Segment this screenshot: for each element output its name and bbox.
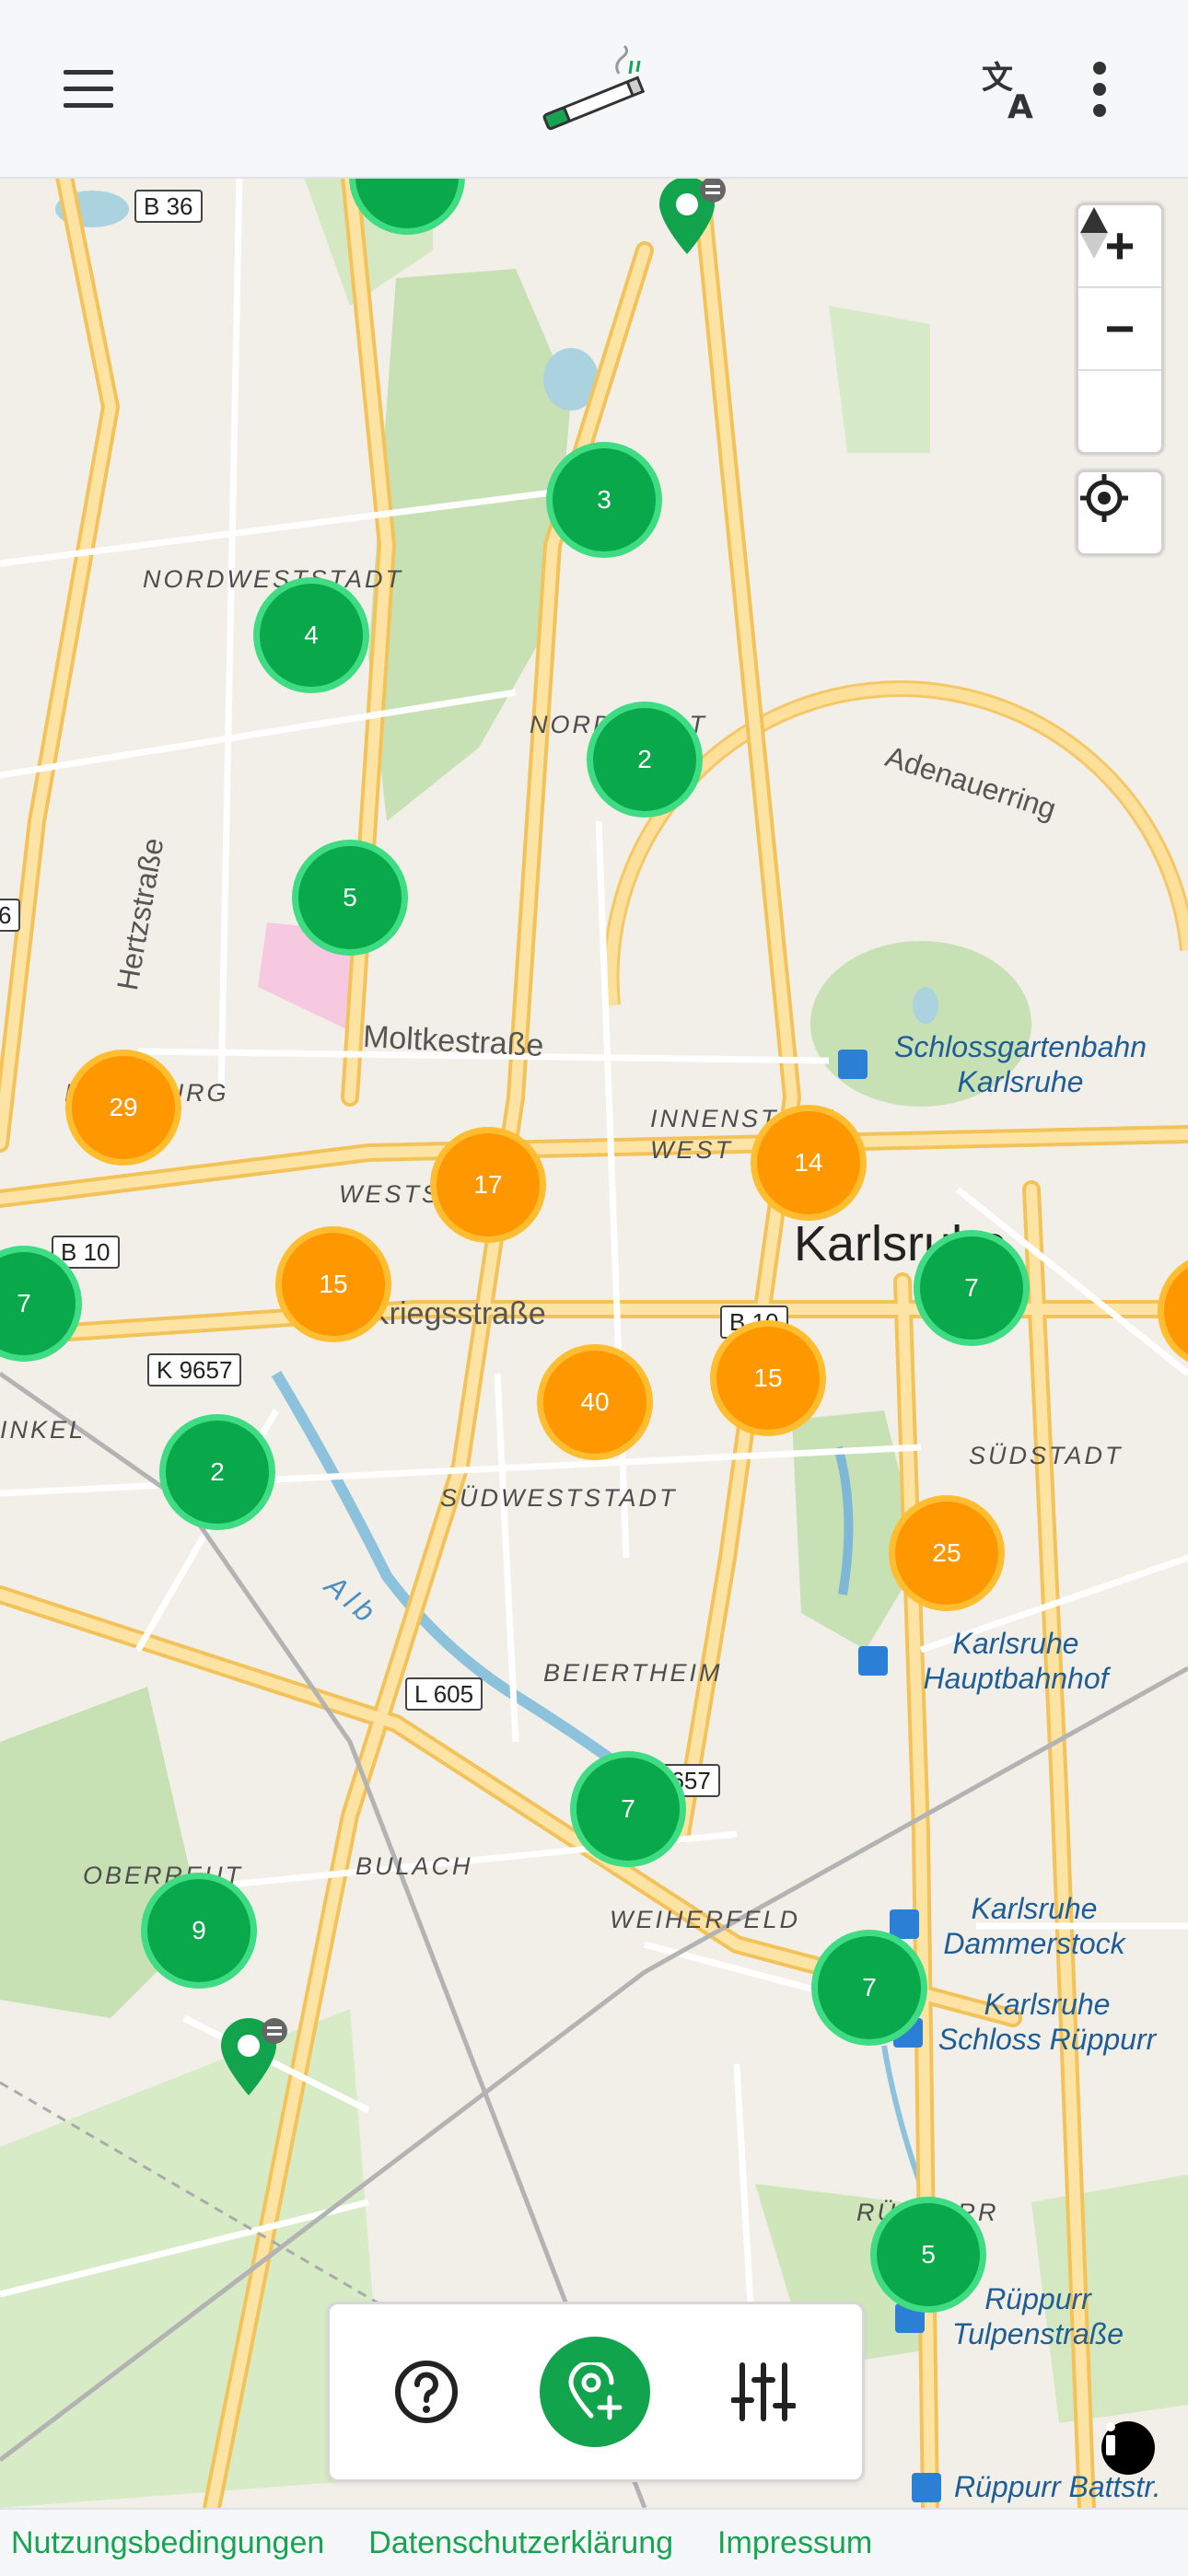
district-label: BEIERTHEIM [543,1659,723,1687]
district-label: NORDWESTSTADT [143,565,403,593]
compass-reset-button[interactable] [1078,207,1161,452]
compass-icon [1080,207,1108,259]
district-label: WEIHERFELD [610,1906,801,1933]
svg-text:A: A [1007,88,1033,122]
station-label: Karlsruhe Dammerstock [943,1892,1125,1960]
train-station-icon [890,1909,919,1939]
cluster-marker[interactable]: 9 [147,1879,250,1982]
filter-button[interactable] [722,2350,805,2433]
cigarette-butt-logo [534,44,663,133]
road-shield-6: 6 [0,899,21,932]
zoom-out-icon: − [1104,299,1136,357]
cluster-marker[interactable]: 15 [716,1327,820,1430]
station-label: Karlsruhe Hauptbahnhof [923,1627,1109,1695]
cluster-marker[interactable]: 14 [757,1111,860,1214]
district-label: INKEL [0,1416,87,1444]
train-station-icon [858,1646,888,1676]
hamburger-menu-icon[interactable] [55,55,122,122]
action-panel [327,2302,865,2482]
train-station-icon [838,1050,868,1079]
station-label: Schlossgartenbahn Karlsruhe [894,1030,1147,1098]
add-location-button[interactable] [540,2337,650,2447]
zoom-out-button[interactable]: − [1078,288,1161,371]
road-shield-b36: B 36 [134,190,203,223]
cluster-marker[interactable]: 7 [818,1936,921,2039]
attribution-info-icon[interactable] [1101,2421,1155,2475]
district-label: SÜDSTADT [969,1442,1124,1469]
locate-control [1076,470,1164,556]
district-label: SÜDWESTSTADT [440,1484,678,1512]
cluster-marker[interactable]: 7 [920,1236,1023,1340]
privacy-link[interactable]: Datenschutzerklärung [368,2525,673,2561]
street-label: Kriegsstraße [368,1296,546,1331]
cluster-marker[interactable]: 7 [577,1758,680,1861]
cluster-marker[interactable]: 5 [877,2203,980,2306]
zoom-controls: + − [1076,203,1164,455]
terms-link[interactable]: Nutzungsbedingungen [11,2525,324,2561]
add-location-pin-icon [568,2362,623,2420]
cluster-marker[interactable]: 17 [437,1133,540,1236]
road-shield-b10-west: B 10 [52,1236,120,1269]
locate-me-button[interactable] [1078,472,1161,553]
app-header: 文 A [0,0,1188,179]
translate-icon[interactable]: 文 A [974,52,1050,127]
imprint-link[interactable]: Impressum [717,2525,872,2561]
help-circle-icon [395,2361,458,2423]
footer: Nutzungsbedingungen Datenschutzerklärung… [0,2508,1188,2576]
station-label: Karlsruhe Schloss Rüppurr [938,1988,1157,2056]
sliders-filter-icon [731,2362,796,2421]
district-label: BULACH [355,1852,473,1880]
road-shield-k9657: K 9657 [147,1353,242,1387]
cluster-marker[interactable]: 2 [166,1421,269,1524]
train-station-icon [912,2473,941,2502]
cluster-marker[interactable]: 29 [72,1056,175,1159]
cluster-marker[interactable]: 40 [543,1351,646,1454]
train-station-icon [895,2303,925,2333]
cluster-marker[interactable]: 4 [260,584,363,687]
cluster-marker[interactable]: 25 [895,1502,998,1605]
cluster-marker[interactable]: 15 [282,1233,385,1336]
help-button[interactable] [385,2350,468,2433]
map-view[interactable]: B 36 6 B 10 B 10 K 9657 L 605 9657 NORDW… [0,177,1188,2508]
cluster-marker[interactable]: 2 [593,708,696,811]
more-vertical-icon[interactable] [1079,52,1120,127]
cluster-marker[interactable]: 5 [298,846,402,949]
crosshair-icon [1080,474,1128,522]
cluster-marker[interactable]: 3 [553,448,656,551]
road-shield-l605: L 605 [405,1677,483,1711]
